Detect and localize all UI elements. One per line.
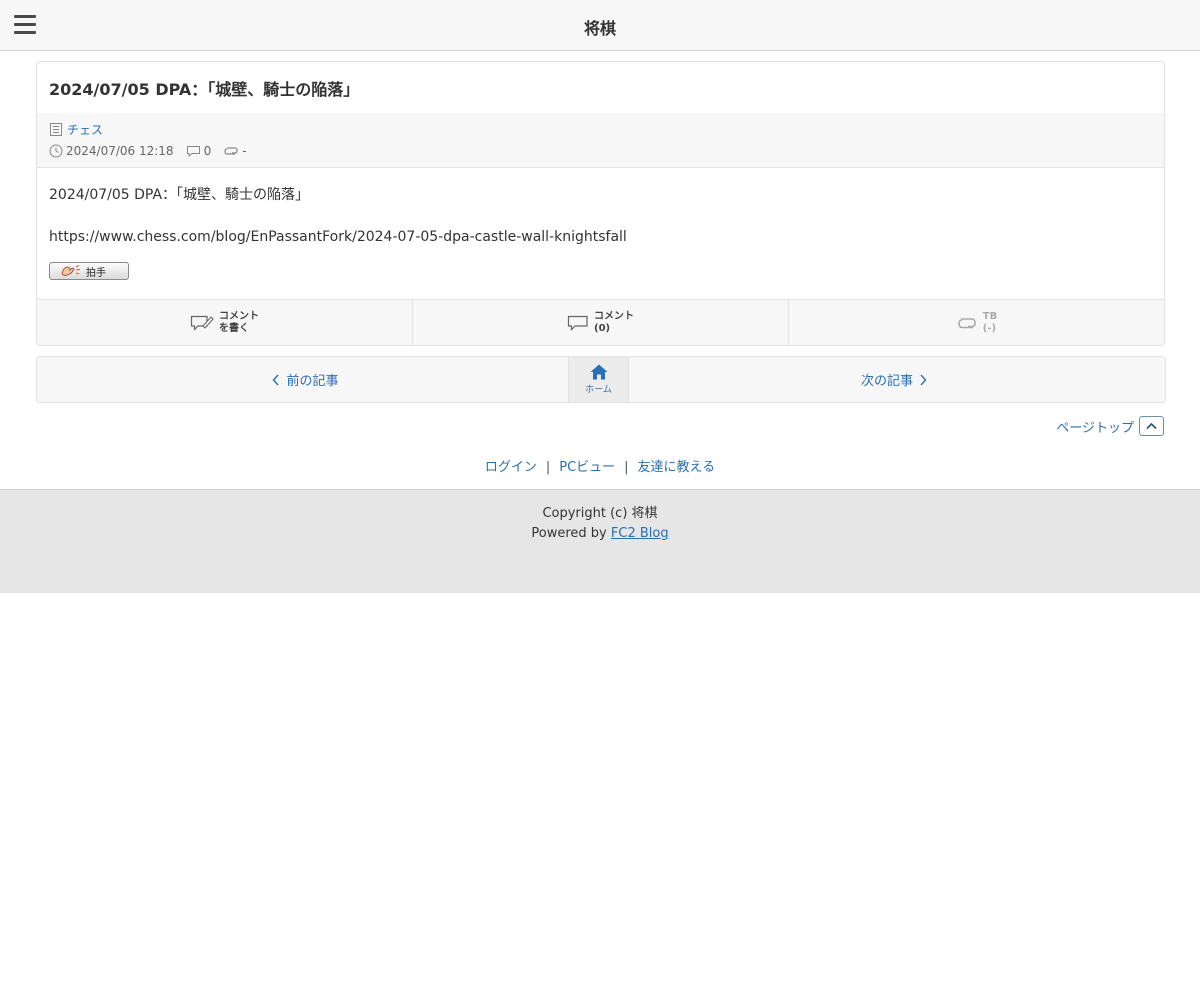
trackback-label: TB (-) — [982, 311, 998, 334]
write-comment-label: コメント を書く — [219, 311, 259, 334]
trackback-button: TB (-) — [789, 300, 1164, 345]
clap-hands-icon — [61, 265, 81, 276]
copyright-text: Copyright (c) 将棋 — [542, 506, 658, 521]
chevron-up-icon — [1146, 422, 1157, 430]
page-top-label: ページトップ — [1056, 420, 1134, 436]
document-icon — [50, 122, 62, 136]
tell-friend-link[interactable]: 友達に教える — [638, 460, 716, 475]
footer: Copyright (c) 将棋 Powered by FC2 Blog — [0, 489, 1200, 593]
footer-links: ログイン | PCビュー | 友達に教える — [0, 456, 1200, 475]
article-meta: チェス 2024/07/06 12:18 0 - — [37, 113, 1164, 168]
comment-count[interactable]: 0 — [204, 144, 212, 158]
pencil-bubble-icon — [190, 315, 214, 331]
home-icon — [590, 364, 607, 380]
speech-bubble-icon — [186, 145, 200, 157]
write-comment-button[interactable]: コメント を書く — [37, 300, 413, 345]
article-pager: 前の記事 ホーム 次の記事 — [36, 356, 1166, 403]
header: 将棋 — [0, 0, 1200, 51]
separator: | — [624, 460, 629, 475]
home-button[interactable]: ホーム — [568, 357, 629, 402]
article-title[interactable]: 2024/07/05 DPA：「城壁、騎士の陥落」 — [49, 76, 359, 100]
loop-arrows-icon — [224, 147, 238, 155]
powered-prefix: Powered by — [531, 526, 607, 541]
separator: | — [545, 460, 551, 475]
next-article-label: 次の記事 — [860, 374, 913, 389]
clap-button[interactable]: 拍手 — [49, 262, 129, 280]
site-title[interactable]: 将棋 — [0, 15, 1200, 39]
loop-arrows-icon — [957, 318, 976, 329]
comments-label: コメント (0) — [594, 311, 634, 334]
comments-button[interactable]: コメント (0) — [413, 300, 789, 345]
pc-view-link[interactable]: PCビュー — [559, 460, 615, 475]
prev-article-link[interactable]: 前の記事 — [37, 357, 568, 402]
article-body-url: https://www.chess.com/blog/EnPassantFork… — [49, 229, 627, 245]
clap-label: 拍手 — [86, 267, 106, 279]
article-card: 2024/07/05 DPA：「城壁、騎士の陥落」 チェス 2024/07/06… — [36, 61, 1165, 346]
fc2-blog-link[interactable]: FC2 Blog — [611, 526, 669, 541]
prev-article-label: 前の記事 — [286, 374, 339, 389]
chevron-right-icon — [920, 374, 927, 385]
chevron-left-icon — [273, 374, 280, 385]
category-link[interactable]: チェス — [67, 121, 103, 138]
post-datetime: 2024/07/06 12:18 — [66, 144, 174, 158]
speech-bubble-icon — [567, 315, 588, 331]
page-top-link[interactable]: ページトップ — [1056, 416, 1164, 436]
article-body-text: 2024/07/05 DPA：「城壁、騎士の陥落」 — [49, 187, 310, 203]
powered-by: Powered by FC2 Blog — [0, 526, 1200, 541]
article-actions: コメント を書く コメント (0) TB (-) — [37, 299, 1164, 345]
clock-icon — [49, 144, 63, 158]
login-link[interactable]: ログイン — [485, 460, 537, 475]
page-top-button[interactable] — [1139, 416, 1164, 436]
home-label: ホーム — [585, 385, 612, 395]
trackback-count: - — [242, 144, 247, 158]
next-article-link[interactable]: 次の記事 — [629, 357, 1165, 402]
